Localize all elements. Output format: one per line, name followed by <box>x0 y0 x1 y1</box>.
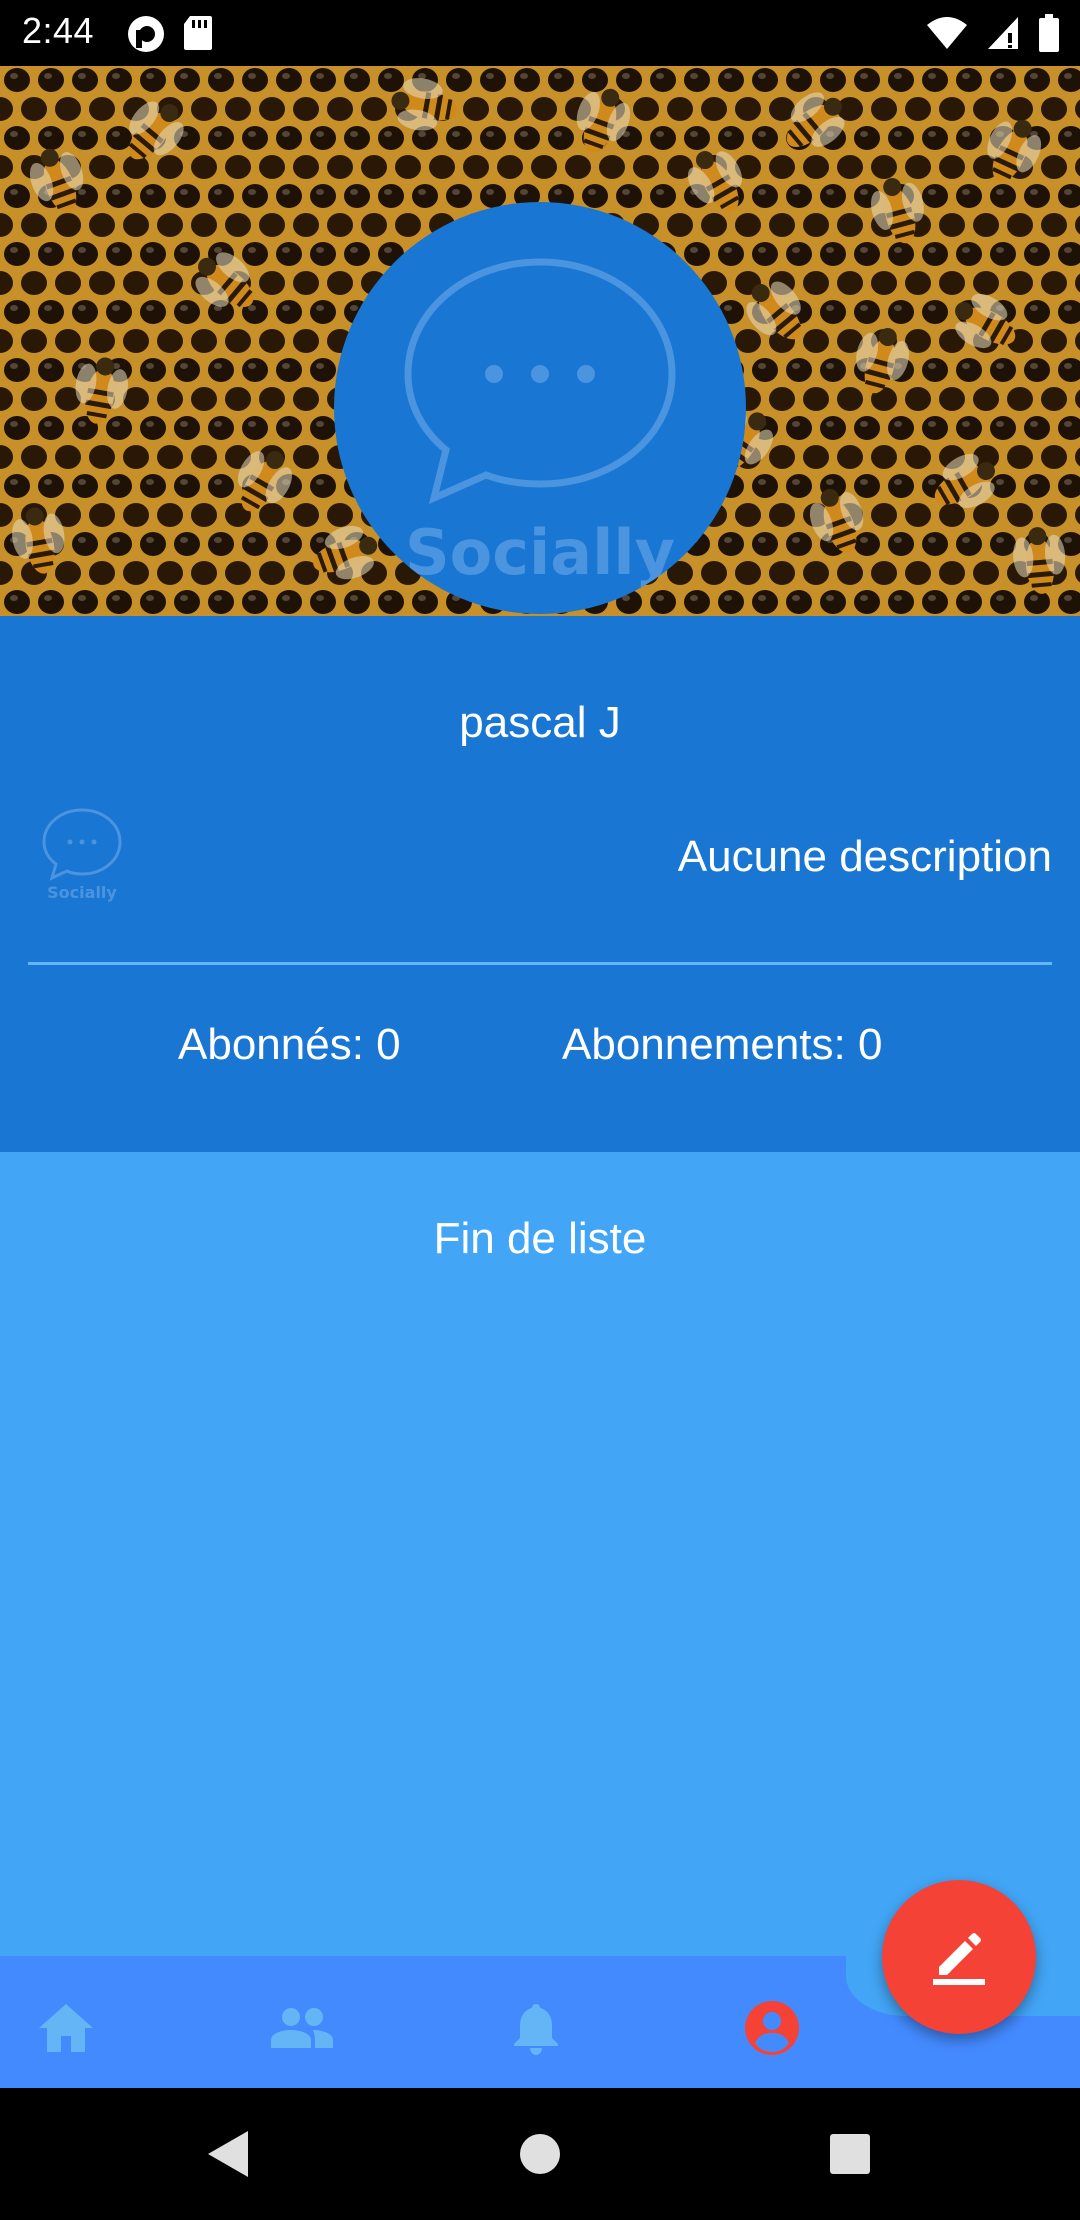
followers-count[interactable]: Abonnés: 0 <box>178 1020 401 1070</box>
back-triangle-icon <box>208 2131 248 2177</box>
socially-small-logo-icon: Socially <box>40 806 124 906</box>
recents-square-icon <box>830 2134 870 2174</box>
sd-card-icon <box>182 14 214 59</box>
system-navigation-bar <box>0 2088 1080 2220</box>
account-circle-icon <box>745 2001 799 2055</box>
posts-list[interactable]: Fin de liste <box>0 1152 1080 1956</box>
profile-card: pascal J Socially Aucune description Abo… <box>0 616 1080 1152</box>
nav-home[interactable] <box>30 1992 102 2064</box>
status-bar: 2:44 <box>0 0 1080 66</box>
bell-icon <box>514 2004 558 2055</box>
nav-profile[interactable] <box>736 1992 808 2064</box>
cover-image[interactable]: Socially <box>0 66 1080 616</box>
svg-text:Socially: Socially <box>47 883 117 902</box>
edit-pencil-icon <box>933 1933 985 1985</box>
svg-text:Socially: Socially <box>405 516 675 589</box>
profile-description: Aucune description <box>677 832 1052 881</box>
battery-icon <box>1038 14 1060 57</box>
edit-fab-button[interactable] <box>882 1880 1036 2034</box>
wifi-icon <box>926 15 968 56</box>
people-icon <box>271 2008 333 2048</box>
end-of-list-label: Fin de liste <box>433 1214 647 1263</box>
divider <box>28 962 1052 965</box>
cell-signal-icon <box>986 15 1020 56</box>
home-system-button[interactable] <box>508 2122 572 2186</box>
nav-friends[interactable] <box>266 1992 338 2064</box>
recents-button[interactable] <box>818 2122 882 2186</box>
status-time: 2:44 <box>22 10 95 51</box>
pocket-casts-icon <box>126 14 166 59</box>
back-button[interactable] <box>196 2122 260 2186</box>
profile-avatar[interactable]: Socially <box>334 202 746 614</box>
following-count[interactable]: Abonnements: 0 <box>562 1020 882 1070</box>
socially-logo-icon: Socially <box>404 258 676 589</box>
nav-notifications[interactable] <box>500 1992 572 2064</box>
home-circle-icon <box>520 2134 560 2174</box>
username: pascal J <box>459 698 621 747</box>
home-icon <box>39 2004 93 2052</box>
